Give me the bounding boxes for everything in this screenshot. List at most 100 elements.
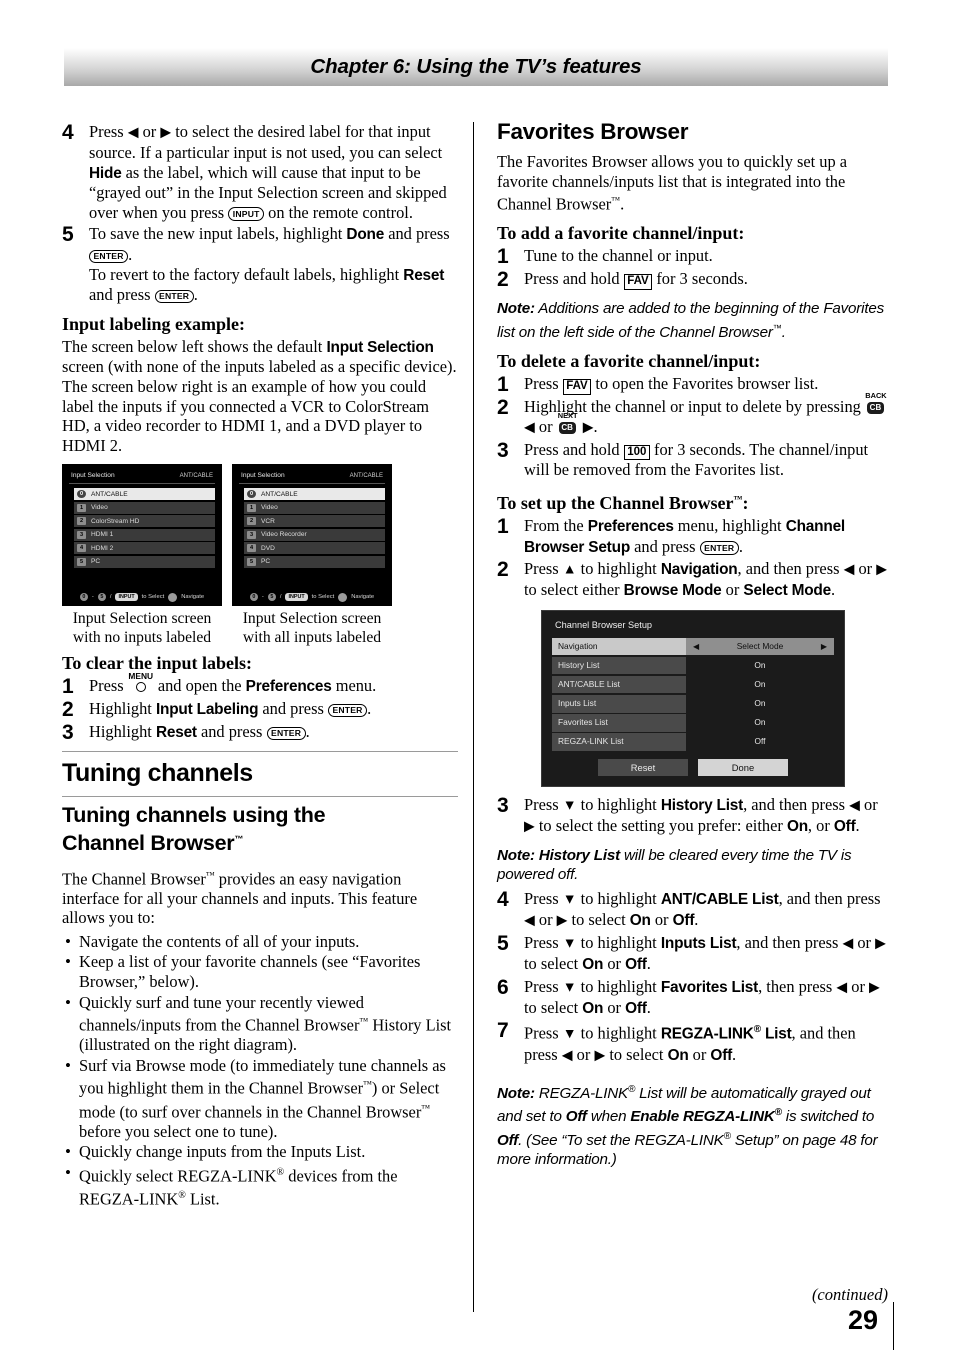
osd-list-item[interactable]: 2 VCR (244, 515, 385, 528)
step-number: 1 (62, 675, 74, 699)
off-bold: Off (625, 956, 647, 974)
note-text-end: . (781, 323, 786, 341)
on-bold: On (786, 817, 808, 835)
range-slash: / (279, 593, 282, 600)
input-labeling-heading: Input labeling example: (62, 313, 246, 334)
cs3-t2: and press (196, 722, 267, 742)
right-arrow-icon: ▶ (869, 980, 880, 996)
cbs-row-value[interactable]: ◀ Select Mode ▶ (686, 637, 834, 656)
osd-list-item[interactable]: 1 Video (244, 501, 385, 514)
step-text: Press and hold 100 for 3 seconds. The ch… (517, 440, 889, 480)
cs2-t1: Highlight (89, 699, 156, 719)
step-number: 5 (497, 931, 509, 955)
cs1-t2: and open the (153, 676, 246, 696)
fav-key-icon: FAV (562, 379, 592, 395)
step-number: 5 (62, 223, 74, 247)
section-rule-top (62, 751, 458, 753)
inputs-list-bold: Inputs List (660, 934, 737, 952)
setup-heading-text: To set up the Channel Browser (497, 492, 734, 513)
step-4: 4 Press ◀ or ▶ to select the desired lab… (62, 122, 458, 222)
fav-intro-1: The Favorites Browser allows you to quic… (497, 152, 848, 214)
enable-regza-link-bold: Enable REGZA-LINK (630, 1108, 775, 1126)
ds1-t2: to open the Favorites browser list. (591, 374, 819, 394)
cbs-row-navigation[interactable]: Navigation ◀ Select Mode ▶ (552, 637, 834, 656)
cbs-row-value[interactable]: On (686, 656, 834, 675)
ss1-t4: . (738, 536, 743, 556)
right-arrow-icon: ▶ (876, 562, 887, 578)
step-number: 3 (497, 438, 509, 462)
cbs-row-ant-cable-list[interactable]: ANT/CABLE List On (552, 675, 834, 694)
ds2-t2: or (534, 416, 557, 436)
reset-button[interactable]: Reset (598, 758, 688, 776)
right-arrow-icon: ▶ (875, 936, 886, 952)
step-text: Press MENU and open the Preferences menu… (82, 672, 458, 697)
input-labeling-paragraph: The screen below left shows the default … (62, 337, 458, 456)
cbs-row-value[interactable]: On (686, 675, 834, 694)
trademark-icon: ™ (205, 869, 215, 880)
right-column: Favorites Browser The Favorites Browser … (497, 120, 889, 1174)
ss3-t4: or (859, 794, 878, 814)
ds2-t3: . (593, 416, 598, 436)
step5-t2: and press (384, 224, 450, 244)
osd-list-item[interactable]: 3 HDMI 1 (74, 528, 215, 541)
left-arrow-icon: ◀ (849, 798, 860, 814)
ss7-t4: or (572, 1044, 595, 1064)
osd-list-item[interactable]: 1 Video (74, 501, 215, 514)
osd-list-item[interactable]: 4 HDMI 2 (74, 542, 215, 555)
registered-icon: ® (723, 1130, 731, 1142)
enter-key-icon: ENTER (89, 249, 129, 264)
ss3-t1: Press (524, 794, 563, 814)
step-number: 4 (497, 887, 509, 911)
cbs-row-favorites-list[interactable]: Favorites List On (552, 714, 834, 732)
ss7-t6: or (688, 1044, 711, 1064)
ss7-t5: to select (605, 1044, 668, 1064)
favorites-browser-intro: The Favorites Browser allows you to quic… (497, 152, 889, 214)
navigation-bold: Navigation (660, 561, 738, 579)
trademark-icon: ™ (421, 1102, 431, 1113)
cb-intro-1: The Channel Browser (62, 869, 206, 889)
ss3-t3: , and then press (743, 794, 850, 814)
cbs-row-value[interactable]: On (686, 695, 834, 713)
subsection-line1: Tuning channels using the (62, 803, 326, 828)
cbs-title: Channel Browser Setup (555, 619, 653, 630)
range-dash: - (91, 593, 94, 600)
done-button[interactable]: Done (698, 758, 788, 776)
step-text: Press ▼ to highlight Favorites List, the… (517, 977, 889, 1019)
list-item: • Quickly change inputs from the Inputs … (62, 1142, 458, 1162)
on-bold: On (629, 911, 651, 929)
cbs-row-history-list[interactable]: History List On (552, 656, 834, 675)
ss6-t5: to select (524, 997, 583, 1017)
input-key-hint-icon: INPUT (285, 592, 308, 602)
off-bold: Off (710, 1046, 733, 1064)
cbs-row-regza-link-list[interactable]: REGZA-LINK List Off (552, 733, 834, 751)
step-number: 2 (497, 558, 509, 582)
step-text: Press ▼ to highlight History List, and t… (517, 795, 889, 837)
cbs-row-value[interactable]: On (686, 714, 834, 732)
cbs-row-label: Favorites List (552, 714, 686, 732)
osd-list-item[interactable]: 4 DVD (244, 542, 385, 555)
ss6-t4: or (847, 976, 870, 996)
step-text: Press and hold FAV for 3 seconds. (517, 269, 889, 290)
osd-list-item[interactable]: 2 ColorStream HD (74, 515, 215, 528)
step-number: 6 (497, 975, 509, 999)
trademark-icon: ™ (359, 1016, 369, 1027)
add-step-1: 1 Tune to the channel or input. (497, 246, 889, 267)
item-number: 1 (247, 503, 256, 512)
cbs-row-label: Navigation (552, 637, 686, 656)
cbs-row-inputs-list[interactable]: Inputs List On (552, 695, 834, 713)
osd-list-item[interactable]: 0 ANT/CABLE (74, 488, 215, 501)
ss2-t6: or (721, 580, 744, 600)
left-arrow-icon: ◀ (127, 125, 139, 141)
select-hint-text: to Select (311, 593, 335, 600)
right-arrow-icon[interactable]: ▶ (821, 638, 827, 656)
osd-list-item[interactable]: 5 PC (244, 555, 385, 568)
osd-list-item[interactable]: 0 ANT/CABLE (244, 488, 385, 501)
osd-list-item[interactable]: 5 PC (74, 555, 215, 568)
cbs-row-value[interactable]: Off (686, 733, 834, 751)
osd-list-item[interactable]: 3 Video Recorder (244, 528, 385, 541)
bullet-icon: • (65, 931, 71, 951)
osd-title: Input Selection (71, 472, 115, 480)
step-5: 5 To save the new input labels, highligh… (62, 224, 458, 304)
item-number: 3 (77, 530, 86, 539)
menu-key-label: MENU (128, 671, 154, 682)
